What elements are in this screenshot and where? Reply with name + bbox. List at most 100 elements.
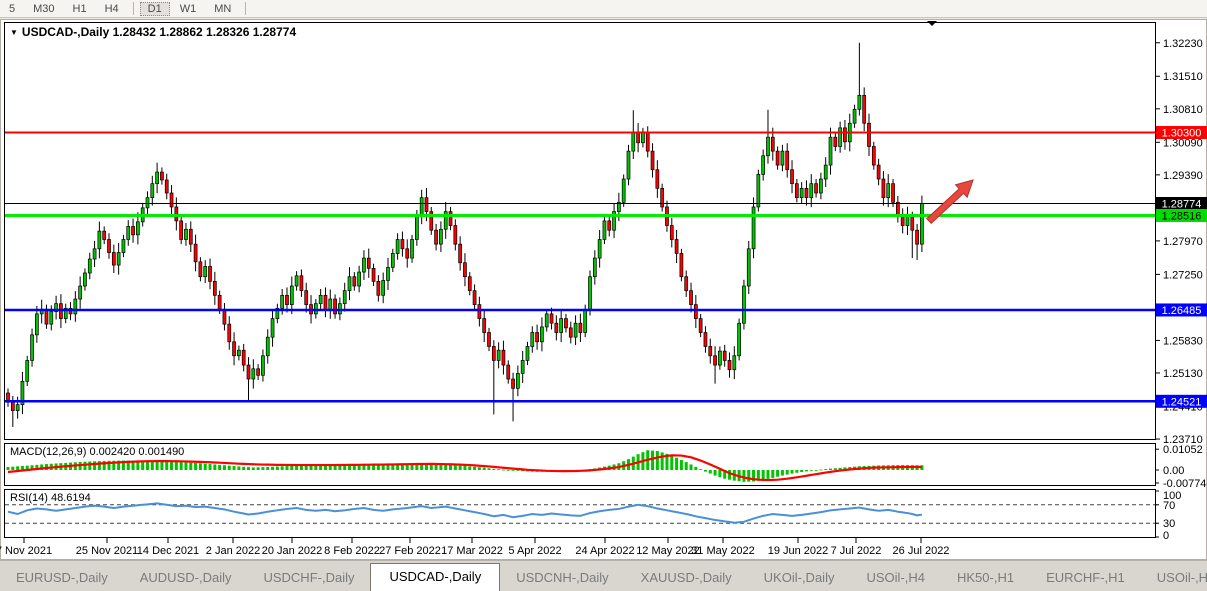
candle	[574, 323, 577, 337]
timeframe-button-mn[interactable]: MN	[206, 2, 239, 16]
candle	[372, 268, 375, 281]
candle	[420, 198, 423, 217]
candle	[483, 319, 486, 333]
candle	[603, 221, 606, 240]
chart-tab-ukoil-daily[interactable]: UKOil-,Daily	[748, 566, 851, 591]
timeframe-button-5[interactable]: 5	[1, 2, 23, 16]
toolbar-separator	[133, 2, 134, 15]
candle	[160, 172, 163, 180]
candle	[699, 319, 702, 333]
candle	[714, 356, 717, 365]
candle	[285, 295, 288, 304]
price-badge-label: 1.26485	[1162, 305, 1202, 317]
candle	[757, 174, 760, 207]
date-axis-label: 24 Apr 2022	[575, 545, 634, 557]
candle	[16, 405, 19, 411]
candle	[815, 184, 818, 193]
candle	[362, 258, 365, 272]
chart-tab-usdchf-daily[interactable]: USDCHF-,Daily	[247, 566, 370, 591]
mt4-trading-terminal: { "toolbar": { "buttons": [ {"label": "5…	[0, 0, 1207, 590]
timeframe-button-w1[interactable]: W1	[172, 2, 205, 16]
candle	[569, 328, 572, 337]
candle	[497, 350, 500, 360]
chart-tab-eurusd-daily[interactable]: EURUSD-,Daily	[0, 566, 124, 591]
timeframe-button-m30[interactable]: M30	[25, 2, 62, 16]
candle	[589, 277, 592, 310]
candle	[791, 170, 794, 184]
candle	[358, 272, 361, 286]
chart-tab-xauusd-daily[interactable]: XAUUSD-,Daily	[625, 566, 748, 591]
candle	[867, 123, 870, 146]
price-axis-label: 1.31510	[1163, 71, 1203, 83]
candle	[300, 276, 303, 291]
candle	[45, 309, 48, 324]
candle	[858, 95, 861, 109]
candle	[502, 350, 505, 365]
candle	[151, 184, 154, 198]
date-axis-label: 14 Dec 2021	[137, 545, 199, 557]
candle	[675, 239, 678, 253]
candle	[377, 281, 380, 295]
candle	[916, 230, 919, 244]
candle	[901, 216, 904, 225]
candle	[35, 314, 38, 335]
date-axis-label: 17 Mar 2022	[441, 545, 503, 557]
date-axis-label: 8 Feb 2022	[324, 545, 380, 557]
candle	[50, 312, 53, 325]
candle	[199, 262, 202, 277]
candle	[348, 277, 351, 291]
candle	[516, 373, 519, 388]
candle	[762, 156, 765, 175]
candle	[598, 239, 601, 258]
candle	[512, 379, 515, 388]
chart-tab-hk50-h1[interactable]: HK50-,H1	[941, 566, 1030, 591]
symbol-dropdown-icon[interactable]: ▼	[10, 28, 18, 37]
candle	[651, 151, 654, 170]
price-axis-label: 1.27250	[1163, 269, 1203, 281]
macd-axis-label: -0.00774	[1163, 478, 1206, 490]
chart-tab-audusd-daily[interactable]: AUDUSD-,Daily	[124, 566, 248, 591]
candle	[810, 184, 813, 198]
price-axis-label: 1.25130	[1163, 368, 1203, 380]
candle	[882, 179, 885, 198]
candle	[843, 128, 846, 142]
candle	[382, 280, 385, 295]
candle	[233, 342, 236, 356]
candle	[319, 295, 322, 303]
price-axis-label: 1.29390	[1163, 170, 1203, 182]
price-axis-label: 1.32230	[1163, 38, 1203, 50]
candle	[564, 319, 567, 328]
candle	[911, 216, 914, 230]
chart-tab-eurchf-h1[interactable]: EURCHF-,H1	[1030, 566, 1141, 591]
candle	[742, 286, 745, 323]
candle	[704, 333, 707, 347]
chart-tab-usoil-h4[interactable]: USOil-,H4	[850, 566, 941, 591]
candle	[146, 198, 149, 208]
candle	[156, 172, 159, 184]
price-badge-label: 1.24521	[1162, 396, 1202, 408]
candle	[872, 146, 875, 165]
candle	[108, 239, 111, 252]
chart-tab-usdcnh-daily[interactable]: USDCNH-,Daily	[500, 566, 624, 591]
candle	[478, 305, 481, 319]
candle	[521, 360, 524, 373]
symbol-tab-bar: EURUSD-,DailyAUDUSD-,DailyUSDCHF-,DailyU…	[0, 560, 1207, 591]
price-axis-label: 1.25830	[1163, 335, 1203, 347]
candle	[829, 137, 832, 165]
timeframe-button-d1[interactable]: D1	[140, 2, 170, 16]
candle	[425, 198, 428, 212]
candle	[877, 165, 880, 179]
timeframe-button-h1[interactable]: H1	[65, 2, 95, 16]
price-badge-label: 1.28774	[1162, 199, 1202, 211]
chart-tab-usoil-h4[interactable]: USOil-,H4	[1141, 566, 1207, 591]
candle	[266, 337, 269, 356]
price-badge-label: 1.28516	[1162, 210, 1202, 222]
candle	[103, 231, 106, 239]
candle	[906, 216, 909, 225]
candle	[545, 314, 548, 327]
timeframe-button-h4[interactable]: H4	[97, 2, 127, 16]
candle	[406, 249, 409, 258]
candle	[863, 95, 866, 123]
chart-tab-usdcad-daily[interactable]: USDCAD-,Daily	[370, 563, 500, 591]
candle	[449, 212, 452, 226]
